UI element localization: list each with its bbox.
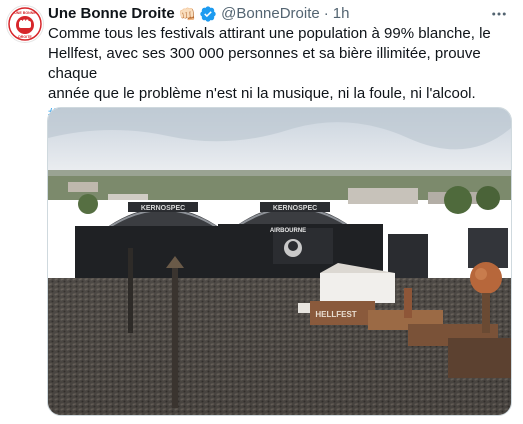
avatar-text-bottom: DROITE — [18, 35, 32, 39]
avatar-logo-icon: UNE BONNE DROITE — [8, 7, 42, 41]
avatar-text-top: UNE BONNE — [14, 11, 36, 15]
fist-emoji: 👊🏻 — [178, 6, 197, 22]
tweet-text-line: Hellfest, avec ses 300 000 personnes et … — [48, 45, 481, 82]
stage-left-banner: KERNOSPEC — [141, 205, 185, 212]
tweet-header: Une Bonne Droite 👊🏻 @BonneDroite · 1h — [48, 4, 511, 24]
festival-photo: KERNOSPEC KERNOSPEC AIRBOURNE HELLFEST — [48, 108, 511, 415]
author-handle[interactable]: @BonneDroite — [221, 4, 320, 24]
timestamp[interactable]: 1h — [333, 4, 350, 24]
tweet-text-line: Comme tous les festivals attirant une po… — [48, 25, 491, 42]
tweet-text-line: année que le problème n'est ni la musiqu… — [48, 85, 476, 102]
tent-sign: HELLFEST — [315, 310, 356, 319]
more-options-icon[interactable] — [487, 2, 511, 26]
tweet[interactable]: UNE BONNE DROITE Une Bonne Droite 👊🏻 @Bo… — [0, 0, 523, 424]
screen-text: AIRBOURNE — [270, 228, 306, 234]
separator-dot: · — [323, 5, 329, 22]
verified-badge-icon — [199, 5, 217, 23]
stage-right-banner: KERNOSPEC — [273, 205, 317, 212]
avatar[interactable]: UNE BONNE DROITE — [6, 5, 44, 43]
author-name[interactable]: Une Bonne Droite — [48, 4, 175, 24]
tweet-photo[interactable]: KERNOSPEC KERNOSPEC AIRBOURNE HELLFEST — [47, 107, 512, 416]
